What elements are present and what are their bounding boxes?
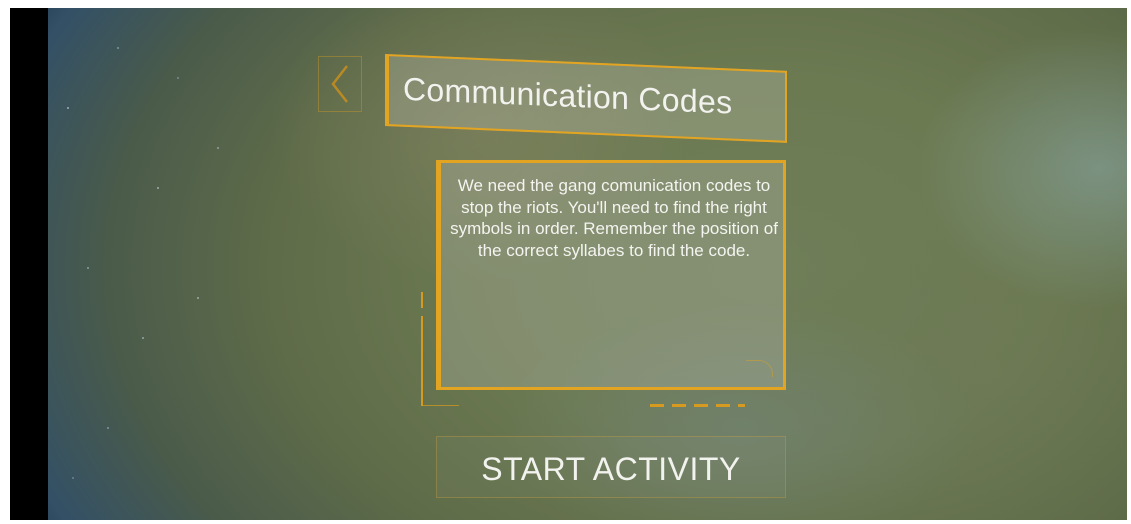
start-activity-button[interactable]: START ACTIVITY <box>436 436 786 498</box>
decor-line <box>421 405 459 406</box>
frame-border <box>1127 0 1131 524</box>
left-letterbox <box>10 8 48 520</box>
frame-border <box>0 520 1131 524</box>
decor-dashes <box>650 404 745 407</box>
decor-line <box>421 292 423 308</box>
briefing-text: We need the gang comunication codes to s… <box>450 176 778 260</box>
frame-border <box>0 0 1131 8</box>
frame-border <box>0 0 10 524</box>
back-button[interactable] <box>318 56 362 112</box>
game-screen: Communication Codes We need the gang com… <box>0 0 1131 524</box>
page-title: Communication Codes <box>403 70 733 121</box>
chevron-left-icon <box>331 65 348 103</box>
start-activity-label: START ACTIVITY <box>481 450 741 487</box>
decor-line <box>421 316 423 406</box>
briefing-panel: We need the gang comunication codes to s… <box>436 160 786 390</box>
